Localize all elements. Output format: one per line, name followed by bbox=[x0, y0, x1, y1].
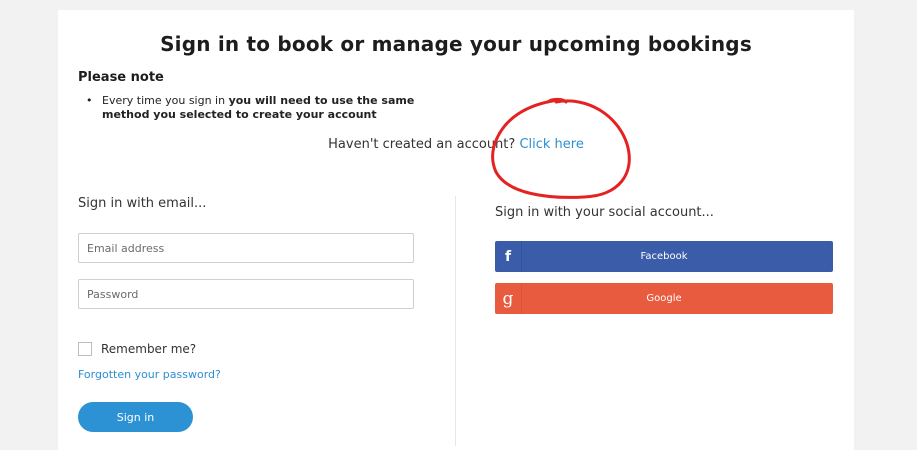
google-icon: g bbox=[495, 283, 522, 314]
remember-me-checkbox[interactable] bbox=[78, 342, 92, 356]
email-signin-section: Sign in with email... Remember me? Forgo… bbox=[78, 196, 418, 432]
note-item: Every time you sign in you will need to … bbox=[86, 94, 426, 122]
page-title: Sign in to book or manage your upcoming … bbox=[160, 32, 752, 56]
remember-me-row: Remember me? bbox=[78, 342, 196, 356]
note-heading: Please note bbox=[78, 70, 164, 85]
facebook-button[interactable]: f Facebook bbox=[495, 241, 833, 272]
create-account-prompt: Haven't created an account? bbox=[328, 137, 520, 152]
facebook-icon: f bbox=[495, 241, 522, 272]
google-label: Google bbox=[646, 293, 682, 304]
forgot-password-link[interactable]: Forgotten your password? bbox=[78, 368, 221, 381]
social-signin-section: Sign in with your social account... f Fa… bbox=[495, 205, 835, 314]
email-input[interactable] bbox=[78, 233, 414, 263]
remember-me-label[interactable]: Remember me? bbox=[101, 342, 196, 356]
facebook-label: Facebook bbox=[640, 251, 688, 262]
column-divider bbox=[455, 196, 456, 446]
create-account-link[interactable]: Click here bbox=[519, 137, 583, 152]
password-input[interactable] bbox=[78, 279, 414, 309]
email-signin-heading: Sign in with email... bbox=[78, 196, 207, 211]
signin-card: Sign in to book or manage your upcoming … bbox=[58, 10, 854, 450]
note-prefix: Every time you sign in bbox=[102, 94, 229, 107]
sign-in-button[interactable]: Sign in bbox=[78, 402, 193, 432]
create-account-line: Haven't created an account? Click here bbox=[58, 137, 854, 152]
google-button[interactable]: g Google bbox=[495, 283, 833, 314]
bullet-icon: • bbox=[86, 94, 93, 107]
note-list: • Every time you sign in you will need t… bbox=[86, 94, 426, 122]
social-signin-heading: Sign in with your social account... bbox=[495, 205, 714, 220]
